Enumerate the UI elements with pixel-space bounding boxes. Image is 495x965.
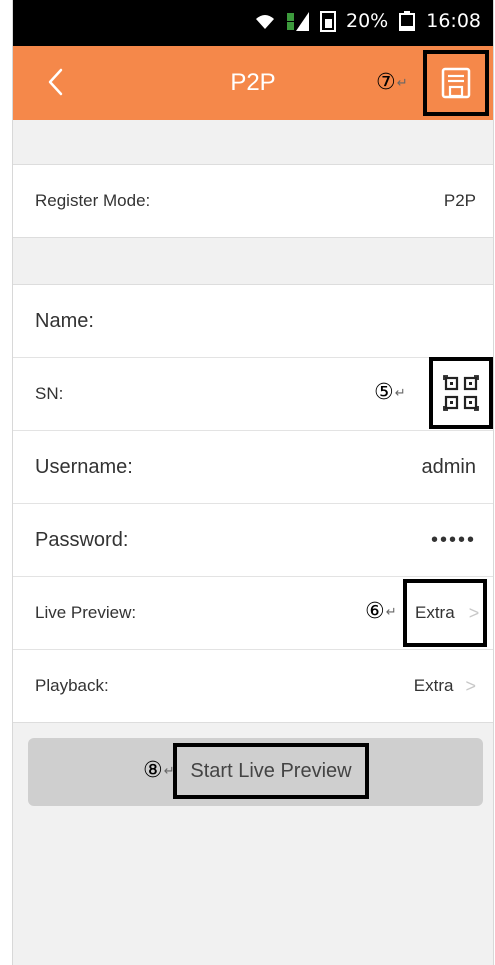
annotation-5-label: ⑤: [374, 380, 394, 405]
start-live-preview-highlight: Start Live Preview: [173, 743, 369, 799]
username-label: Username:: [35, 455, 133, 478]
username-row[interactable]: Username: admin: [13, 430, 493, 503]
sn-label: SN:: [35, 384, 64, 403]
qr-scan-button[interactable]: [429, 357, 493, 429]
battery-percent: 20%: [346, 10, 389, 32]
name-row[interactable]: Name:: [13, 285, 493, 357]
clock: 16:08: [426, 10, 481, 32]
annotation-8: ⑧↵: [143, 760, 175, 782]
sim-icon: [320, 10, 336, 32]
annotation-6: ⑥↵: [365, 601, 397, 623]
annotation-8-label: ⑧: [143, 758, 163, 783]
register-mode-label: Register Mode:: [35, 191, 151, 210]
password-value[interactable]: •••••: [431, 529, 476, 552]
username-value[interactable]: admin: [422, 456, 476, 479]
annotation-5: ⑤↵: [374, 382, 406, 404]
playback-row[interactable]: Playback: Extra >: [13, 649, 493, 722]
sn-row[interactable]: SN: ⑤↵: [13, 357, 493, 430]
qr-code-icon: [443, 375, 479, 411]
battery-icon: [398, 11, 416, 31]
annotation-arrow-icon: ↵: [396, 75, 408, 91]
playback-value: Extra: [413, 676, 454, 695]
annotation-6-label: ⑥: [365, 599, 385, 624]
register-mode-row[interactable]: Register Mode: P2P: [13, 165, 493, 237]
register-mode-value: P2P: [443, 191, 476, 210]
chevron-right-icon: >: [465, 675, 476, 696]
password-row[interactable]: Password: •••••: [13, 503, 493, 576]
chevron-right-icon: >: [468, 602, 480, 623]
nav-bar: P2P ⑦↵: [13, 46, 493, 120]
start-live-preview-button[interactable]: ⑧↵ Start Live Preview: [28, 738, 483, 806]
live-preview-value: Extra: [415, 603, 455, 622]
save-icon: [441, 67, 471, 99]
annotation-7: ⑦↵: [376, 72, 408, 94]
save-button[interactable]: [423, 50, 489, 116]
status-bar: 20% 16:08: [13, 0, 493, 46]
signal-icon: [286, 10, 310, 32]
password-label: Password:: [35, 528, 129, 551]
annotation-arrow-icon: ↵: [394, 385, 406, 401]
annotation-arrow-icon: ↵: [385, 604, 397, 620]
register-section: Register Mode: P2P: [13, 164, 493, 238]
name-label: Name:: [35, 309, 94, 332]
live-preview-row[interactable]: Live Preview: ⑥↵ Extra >: [13, 576, 493, 649]
page-title: P2P: [230, 69, 276, 96]
device-section: Name: SN: ⑤↵ Username: admin Password: •…: [13, 284, 493, 723]
live-preview-selector[interactable]: Extra >: [403, 579, 487, 647]
start-live-preview-label: Start Live Preview: [190, 759, 352, 782]
phone-screen: 20% 16:08 P2P ⑦↵ Register Mode: P2P Name…: [12, 0, 494, 965]
annotation-7-label: ⑦: [376, 70, 396, 95]
playback-label: Playback:: [35, 676, 109, 695]
wifi-icon: [254, 12, 276, 30]
